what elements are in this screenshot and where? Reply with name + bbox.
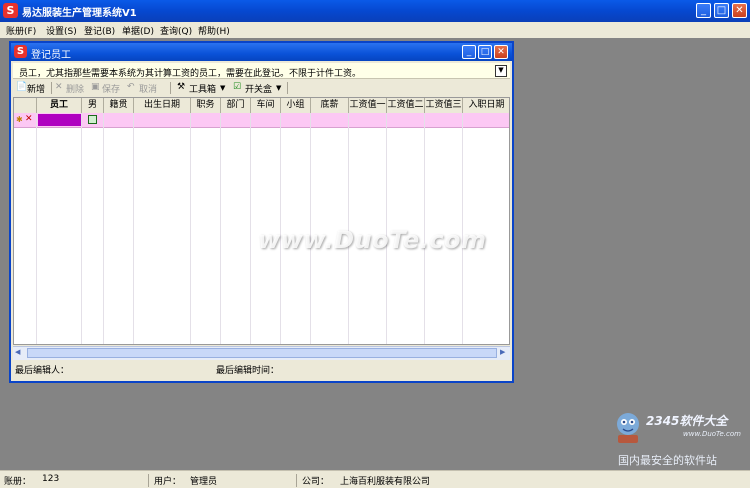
column-header[interactable]: 工资值三 (425, 98, 463, 113)
delete-icon: ✕ (55, 82, 63, 92)
close-button[interactable]: ✕ (732, 3, 747, 18)
column-header[interactable]: 员工 (37, 98, 82, 113)
company-label: 公司： (302, 477, 330, 487)
user-label: 用户： (154, 477, 182, 487)
chevron-down-icon[interactable]: ▼ (220, 84, 225, 92)
switchbox-button[interactable]: 开关盒 (245, 82, 272, 95)
horizontal-scrollbar[interactable]: ◀ ▶ (13, 346, 510, 360)
column-header[interactable]: 小组 (281, 98, 311, 113)
close-icon[interactable]: ✕ (25, 114, 33, 124)
employee-name-cell[interactable] (38, 114, 81, 126)
checkbox-icon: ☑ (233, 82, 242, 92)
grid-header: 员工 男 籍贯 出生日期 职务 部门 车间 小组 底薪 工资值一 工资值二 工资… (14, 98, 509, 114)
column-header[interactable]: 车间 (251, 98, 281, 113)
chevron-down-icon[interactable]: ▼ (495, 65, 507, 77)
menu-bar: 账册(F) 设置(S) 登记(B) 单据(D) 查询(Q) 帮助(H) (0, 22, 750, 38)
status-bar: 账册： 123 用户： 管理员 公司： 上海百利服装有限公司 (0, 470, 750, 488)
toolbar-divider (51, 82, 52, 94)
app-logo-icon: S (3, 3, 18, 18)
brand-watermark: 2345软件大全 www.DuoTe.com 国内最安全的软件站 (608, 408, 748, 468)
last-edit-time-label: 最后编辑时间： (216, 366, 280, 376)
delete-button[interactable]: 删除 (66, 82, 84, 95)
maximize-button[interactable]: □ (714, 3, 729, 18)
column-header[interactable]: 工资值一 (349, 98, 387, 113)
save-icon: ▣ (91, 82, 100, 92)
column-header[interactable]: 出生日期 (134, 98, 191, 113)
add-icon: 📄 (16, 82, 28, 92)
column-header[interactable]: 部门 (221, 98, 251, 113)
menu-help[interactable]: 帮助(H) (198, 24, 230, 37)
arrow-right-icon[interactable]: ▶ (500, 348, 505, 356)
editor-status: 最后编辑人： 最后编辑时间： (13, 361, 510, 376)
brand-slogan: 国内最安全的软件站 (618, 454, 717, 467)
arrow-left-icon[interactable]: ◀ (15, 348, 20, 356)
column-header[interactable]: 底薪 (311, 98, 349, 113)
status-divider (148, 474, 149, 487)
info-text: 员工，尤其指那些需要本系统为其计算工资的员工，需要在此登记。不限于计件工资。 (19, 69, 362, 79)
column-header[interactable]: 入职日期 (463, 98, 509, 113)
grid-line (81, 113, 82, 344)
app-title: 易达服装生产管理系统V1 (22, 8, 137, 19)
table-row[interactable]: ✱ ✕ (14, 113, 509, 128)
status-divider (296, 474, 297, 487)
cancel-button[interactable]: 取消 (139, 82, 157, 95)
user-value: 管理员 (190, 477, 218, 487)
menu-documents[interactable]: 单据(D) (122, 24, 154, 37)
ledger-value: 123 (42, 474, 60, 484)
add-button[interactable]: 新增 (27, 82, 45, 95)
child-minimize-button[interactable]: _ (462, 45, 476, 59)
toolbar-divider (287, 82, 288, 94)
last-editor-label: 最后编辑人： (15, 366, 70, 376)
grid-line (103, 113, 104, 344)
minimize-button[interactable]: _ (696, 3, 711, 18)
grid-line (133, 113, 134, 344)
male-checkbox[interactable] (88, 115, 97, 124)
wrench-icon: ⚒ (177, 82, 186, 92)
column-header[interactable]: 工资值二 (387, 98, 425, 113)
child-close-button[interactable]: ✕ (494, 45, 508, 59)
toolbar: 📄 新增 ✕ 删除 ▣ 保存 ↶ 取消 ⚒ 工具箱 ▼ ☑ 开关盒 ▼ (13, 80, 510, 96)
menu-query[interactable]: 查询(Q) (160, 24, 192, 37)
row-indicator-header (14, 98, 37, 113)
company-value: 上海百利服装有限公司 (340, 477, 431, 487)
child-title-bar[interactable]: S 登记员工 _ □ ✕ (11, 43, 512, 61)
column-header[interactable]: 男 (82, 98, 104, 113)
undo-icon: ↶ (127, 82, 135, 92)
duote-watermark: www.DuoTe.com (258, 226, 487, 254)
toolbar-divider (170, 82, 171, 94)
chevron-down-icon[interactable]: ▼ (276, 84, 281, 92)
column-header[interactable]: 籍贯 (104, 98, 134, 113)
child-maximize-button[interactable]: □ (478, 45, 492, 59)
ledger-label: 账册： (4, 477, 32, 487)
scrollbar-thumb[interactable] (27, 348, 497, 358)
star-icon: ✱ (16, 115, 23, 124)
toolbox-button[interactable]: 工具箱 (189, 82, 216, 95)
column-header[interactable]: 职务 (191, 98, 221, 113)
grid-line (250, 113, 251, 344)
brand-logo-text: 2345软件大全 (646, 414, 728, 428)
grid-line (190, 113, 191, 344)
menu-ledger[interactable]: 账册(F) (6, 24, 36, 37)
register-employee-window: S 登记员工 _ □ ✕ 员工，尤其指那些需要本系统为其计算工资的员工，需要在此… (9, 41, 514, 383)
menu-register[interactable]: 登记(B) (84, 24, 115, 37)
info-banner: 员工，尤其指那些需要本系统为其计算工资的员工，需要在此登记。不限于计件工资。 ▼ (13, 63, 510, 79)
save-button[interactable]: 保存 (102, 82, 120, 95)
menu-settings[interactable]: 设置(S) (46, 24, 77, 37)
child-title: 登记员工 (31, 50, 71, 61)
employee-grid[interactable]: 员工 男 籍贯 出生日期 职务 部门 车间 小组 底薪 工资值一 工资值二 工资… (13, 97, 510, 345)
app-title-bar: S 易达服装生产管理系统V1 _ □ ✕ (0, 0, 750, 22)
grid-line (36, 113, 37, 344)
grid-line (220, 113, 221, 344)
brand-url: www.DuoTe.com (683, 430, 741, 438)
child-logo-icon: S (14, 45, 27, 58)
mascot-icon (617, 413, 639, 443)
